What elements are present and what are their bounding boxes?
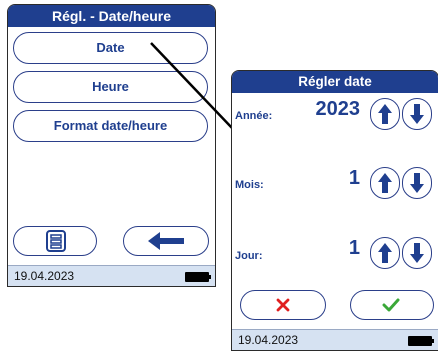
- day-value: 1: [348, 237, 360, 259]
- up-arrow-icon: [378, 243, 392, 263]
- status-date: 19.04.2023: [238, 333, 299, 347]
- confirm-button[interactable]: [350, 290, 434, 320]
- up-arrow-icon: [378, 173, 392, 193]
- day-up-button[interactable]: [370, 237, 400, 269]
- status-bar: 19.04.2023: [232, 329, 438, 350]
- month-up-button[interactable]: [370, 167, 400, 199]
- red-x-icon: [276, 298, 290, 312]
- down-arrow-icon: [410, 243, 424, 263]
- green-check-icon: [382, 298, 400, 312]
- month-down-button[interactable]: [402, 167, 432, 199]
- year-down-button[interactable]: [402, 98, 432, 130]
- month-label: Mois:: [235, 179, 264, 191]
- up-arrow-icon: [378, 104, 392, 124]
- battery-icon: [408, 336, 434, 346]
- set-date-screen: Régler date Année: 2023 Mois: 1 Jour: 1 …: [231, 70, 438, 351]
- down-arrow-icon: [410, 104, 424, 124]
- month-value: 1: [348, 167, 360, 189]
- screen-title: Régler date: [232, 71, 438, 93]
- cancel-button[interactable]: [240, 290, 326, 320]
- down-arrow-icon: [410, 173, 424, 193]
- day-down-button[interactable]: [402, 237, 432, 269]
- day-label: Jour:: [235, 250, 263, 262]
- year-value: 2023: [315, 98, 361, 120]
- year-label: Année:: [235, 110, 273, 122]
- year-up-button[interactable]: [370, 98, 400, 130]
